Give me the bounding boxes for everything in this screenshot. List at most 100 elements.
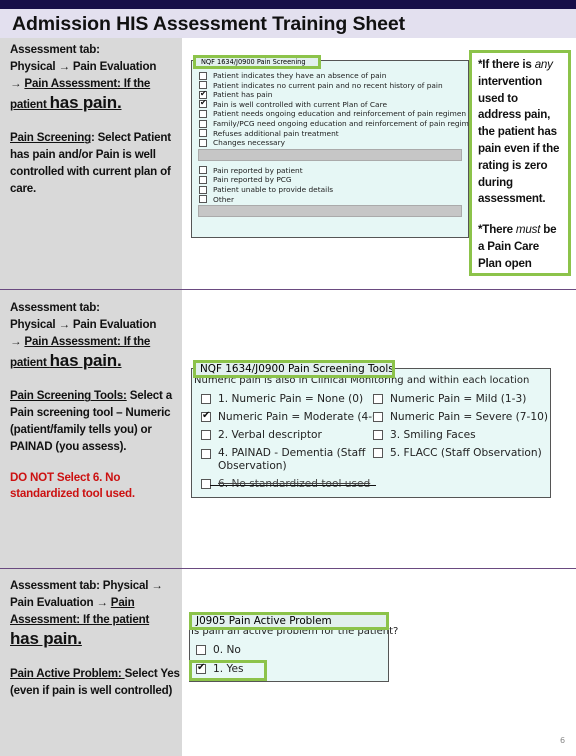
checkbox-option[interactable]: Pain is well controlled with current Pla… <box>199 98 387 109</box>
checkbox-unchecked[interactable] <box>199 195 207 204</box>
checkbox-option[interactable]: 4. PAINAD - Dementia (Staff Observation) <box>201 447 365 473</box>
option-label: 1. Numeric Pain = None (0) <box>218 393 364 405</box>
pain-active-problem-header: J0905 Pain Active Problem <box>189 612 389 630</box>
warning-text: DO NOT Select 6. No standardized tool us… <box>10 470 135 501</box>
option-label: Other <box>213 194 234 204</box>
checkbox-unchecked[interactable] <box>201 394 211 404</box>
section-divider <box>0 289 576 290</box>
checkbox-unchecked[interactable] <box>373 448 383 458</box>
pain-assessment-link: Pain Assessment: If the <box>24 76 151 90</box>
section-divider <box>0 568 576 569</box>
nav-path-line: Physical → Pain Evaluation <box>10 59 157 73</box>
checkbox-unchecked[interactable] <box>199 109 207 118</box>
nav-path-line: Assessment tab: Physical → <box>10 579 163 592</box>
option-label: 3. Smiling Faces <box>390 429 476 441</box>
condition-text: patient <box>10 98 50 112</box>
option-label: Numeric Pain = Severe (7-10) <box>390 411 548 423</box>
instruction-text: Pain Active Problem: Select Yes (even if… <box>10 666 180 700</box>
checkbox-unchecked[interactable] <box>201 449 211 459</box>
checkbox-option[interactable]: Numeric Pain = Severe (7-10) <box>373 411 548 423</box>
nav-path-line: patient has pain. <box>10 92 180 116</box>
checkbox-unchecked[interactable] <box>201 430 211 440</box>
checkbox-option[interactable]: 3. Smiling Faces <box>373 429 476 441</box>
checkbox-option[interactable]: Other <box>199 195 234 204</box>
option-label: Patient unable to provide details <box>213 185 334 194</box>
pain-note-box: *If there is any intervention used to ad… <box>469 50 571 276</box>
checkbox-option[interactable]: Changes necessary <box>199 138 285 147</box>
option-label: Pain is well controlled with current Pla… <box>213 99 387 109</box>
checkbox-unchecked[interactable] <box>373 430 383 440</box>
checkbox-unchecked[interactable] <box>199 138 207 147</box>
pain-screening-header: NQF 1634/J0900 Pain Screening <box>193 55 321 69</box>
checkbox-unchecked[interactable] <box>196 645 206 655</box>
checkbox-option[interactable]: Pain reported by PCG <box>199 175 292 184</box>
checkbox-unchecked[interactable] <box>201 479 211 489</box>
pain-link: Pain <box>110 595 135 609</box>
pain-screening-tools-header: NQF 1634/J0900 Pain Screening Tools <box>193 360 395 378</box>
section-3-instructions: Assessment tab: Physical → Pain Evaluati… <box>10 578 180 700</box>
nav-path-line: has pain. <box>10 628 180 652</box>
option-label: Numeric Pain = Mild (1-3) <box>390 393 527 405</box>
checkbox-option[interactable]: Family/PCG need ongoing education and re… <box>199 119 478 128</box>
option-label: Changes necessary <box>213 138 285 148</box>
checkbox-option[interactable]: Patient indicates no current pain and no… <box>199 81 443 90</box>
nav-path-line: Pain Evaluation → Pain <box>10 595 135 609</box>
checkbox-unchecked[interactable] <box>199 129 207 138</box>
condition-emphasis: has pain. <box>10 629 82 649</box>
changes-necessary-field[interactable] <box>198 148 462 161</box>
page-title: Admission HIS Assessment Training Sheet <box>12 13 406 35</box>
instruction-label: Pain Screening Tools: <box>10 389 127 403</box>
option-label: Family/PCG need ongoing education and re… <box>213 119 479 128</box>
arrow: → <box>10 76 25 90</box>
option-label: 6. No standardized tool used <box>218 478 371 490</box>
option-label: Pain reported by PCG <box>213 175 292 185</box>
checkbox-option[interactable]: 6. No standardized tool used <box>201 478 370 490</box>
checkbox-checked[interactable] <box>201 410 211 422</box>
checkbox-unchecked[interactable] <box>199 166 207 175</box>
checkbox-option[interactable]: Patient unable to provide details <box>199 185 333 194</box>
checkbox-option[interactable]: 0. No <box>196 644 241 656</box>
instruction-label: Pain Screening <box>10 131 91 145</box>
checkbox-option[interactable]: Numeric Pain = Moderate (4-6) <box>201 410 383 423</box>
checkbox-option[interactable]: Patient indicates they have an absence o… <box>199 71 386 80</box>
nav-path-line: patient has pain. <box>10 351 122 371</box>
checkbox-option[interactable]: Patient needs ongoing education and rein… <box>199 109 466 118</box>
option-label: Numeric Pain = Moderate (4-6) <box>218 411 383 423</box>
checkbox-checked[interactable] <box>199 98 207 109</box>
checkbox-option[interactable]: 2. Verbal descriptor <box>201 429 322 441</box>
checkbox-option[interactable]: Numeric Pain = Mild (1-3) <box>373 393 526 405</box>
nav-path-line: Assessment tab: <box>10 43 100 56</box>
checkbox-unchecked[interactable] <box>373 412 383 422</box>
checkbox-unchecked[interactable] <box>199 119 207 128</box>
nav-path-line: Assessment tab: <box>10 301 100 314</box>
strike-line <box>210 485 376 486</box>
checkbox-unchecked[interactable] <box>199 175 207 184</box>
pain-assessment-link: Pain Assessment: If the <box>24 334 151 348</box>
other-field[interactable] <box>198 205 462 218</box>
checkbox-unchecked[interactable] <box>199 71 207 80</box>
note-care-plan: *There must be a Pain Care Plan open <box>478 223 557 270</box>
checkbox-unchecked[interactable] <box>199 185 207 194</box>
checkbox-option[interactable]: 5. FLACC (Staff Observation) <box>373 447 542 459</box>
checkbox-option[interactable]: 1. Numeric Pain = None (0) <box>201 393 363 405</box>
pain-assessment-link: Assessment: If the patient <box>10 612 150 626</box>
checkbox-option[interactable]: Refuses additional pain treatment <box>199 129 339 138</box>
instruction-text: Pain Screening: Select Patient has pain … <box>10 130 180 197</box>
note-any-intervention: *If there is any intervention used to ad… <box>478 58 560 206</box>
checkbox-unchecked[interactable] <box>373 394 383 404</box>
checkbox-option[interactable]: Pain reported by patient <box>199 166 303 175</box>
nav-path-line: Physical → Pain Evaluation <box>10 317 157 331</box>
option-label: Patient indicates no current pain and no… <box>213 80 443 90</box>
option-label: Patient indicates they have an absence o… <box>213 71 387 80</box>
option-label: 4. PAINAD - Dementia (Staff Observation) <box>218 447 366 472</box>
option-label: Refuses additional pain treatment <box>213 128 339 138</box>
option-label: 0. No <box>213 644 241 656</box>
instruction-text: Pain Screening Tools: Select a Pain scre… <box>10 388 180 455</box>
top-banner <box>0 0 576 9</box>
condition-emphasis: has pain. <box>49 351 122 371</box>
pain-screening-panel: Patient indicates they have an absence o… <box>191 60 478 238</box>
nav-path-line: → Pain Assessment: If the <box>10 76 180 93</box>
checkbox-option[interactable]: Patient has pain <box>199 89 272 99</box>
instruction-label: Pain Active Problem: <box>10 667 125 681</box>
pain-screening-tools-panel: Numeric pain is also in Clinical Monitor… <box>191 368 551 498</box>
